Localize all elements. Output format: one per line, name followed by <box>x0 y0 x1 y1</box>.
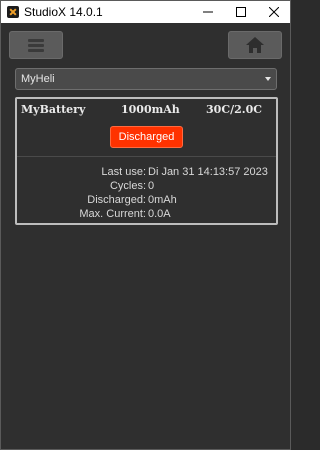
battery-header: MyBattery 1000mAh 30C/2.0C <box>17 99 276 119</box>
model-select[interactable]: MyHeli <box>15 68 277 90</box>
battery-details: Last use: Di Jan 31 14:13:57 2023 Cycles… <box>17 165 276 221</box>
home-button[interactable] <box>228 31 282 59</box>
maximize-icon <box>235 7 246 17</box>
detail-value: 0 <box>148 180 155 192</box>
detail-label: Cycles: <box>109 180 146 192</box>
chevron-down-icon <box>265 77 271 81</box>
battery-rating: 30C/2.0C <box>206 103 262 116</box>
battery-status-button[interactable]: Discharged <box>110 126 183 148</box>
window-controls <box>191 1 290 23</box>
app-window: StudioX 14.0.1 MyHeli MyBattery 1000mAh … <box>0 0 291 450</box>
detail-value: Di Jan 31 14:13:57 2023 <box>148 166 268 178</box>
toolbar <box>1 23 290 63</box>
divider <box>17 156 276 157</box>
hamburger-menu-icon <box>28 38 44 52</box>
battery-card: MyBattery 1000mAh 30C/2.0C Discharged La… <box>15 97 278 225</box>
home-icon <box>246 37 264 53</box>
battery-name: MyBattery <box>21 103 86 116</box>
detail-label: Max. Current: <box>79 208 146 220</box>
detail-value: 0mAh <box>148 194 177 206</box>
detail-value: 0.0A <box>148 208 171 220</box>
app-logo-icon <box>7 6 19 18</box>
minimize-button[interactable] <box>191 1 224 23</box>
model-select-value: MyHeli <box>21 73 55 85</box>
detail-label: Discharged: <box>87 194 146 206</box>
detail-row-discharged: Discharged: 0mAh <box>17 193 276 207</box>
detail-row-cycles: Cycles: 0 <box>17 179 276 193</box>
window-title: StudioX 14.0.1 <box>24 5 103 19</box>
detail-label: Last use: <box>101 166 146 178</box>
minimize-icon <box>202 11 213 13</box>
detail-row-max-current: Max. Current: 0.0A <box>17 207 276 221</box>
title-bar: StudioX 14.0.1 <box>1 1 290 23</box>
battery-capacity: 1000mAh <box>121 103 180 116</box>
menu-button[interactable] <box>9 31 63 59</box>
maximize-button[interactable] <box>224 1 257 23</box>
close-icon <box>268 7 279 17</box>
close-button[interactable] <box>257 1 290 23</box>
detail-row-last-use: Last use: Di Jan 31 14:13:57 2023 <box>17 165 276 179</box>
